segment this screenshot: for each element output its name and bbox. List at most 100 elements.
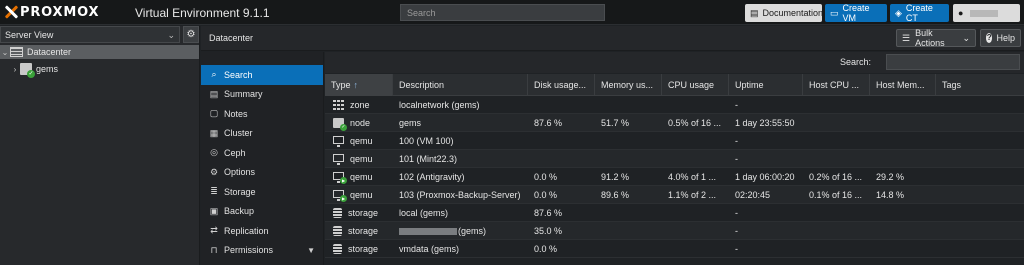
table-row[interactable]: qemu 103 (Proxmox-Backup-Server) 0.0 % 8…: [325, 186, 1024, 204]
tree-item-datacenter[interactable]: ⌄ Datacenter: [0, 45, 199, 59]
cell-memory: 51.7 %: [601, 118, 630, 128]
table-row[interactable]: storage (gems) 35.0 % -: [325, 222, 1024, 240]
column-header-label: Type: [331, 80, 351, 90]
nav-item-label: Options: [224, 167, 256, 178]
book-icon: ▤: [750, 7, 759, 18]
column-header-type[interactable]: Type ↑: [325, 74, 393, 96]
global-search-input[interactable]: Search: [400, 4, 605, 21]
resource-tree-panel: Server View ⌄ ⚙ ⌄ Datacenter › gems: [0, 26, 200, 265]
cell-type: storage: [348, 244, 379, 254]
resource-grid: Type ↑ Description Disk usage... Memory …: [325, 74, 1024, 265]
cell-uptime: 1 day 23:55:50: [735, 118, 795, 128]
cell-description: gems: [399, 118, 422, 128]
nav-item-backup[interactable]: ▣ Backup: [201, 202, 323, 222]
collapse-icon[interactable]: ⌄: [0, 48, 10, 57]
table-row[interactable]: qemu 102 (Antigravity) 0.0 % 91.2 % 4.0%…: [325, 168, 1024, 186]
nav-item-label: Search: [224, 69, 253, 80]
cell-memory: [595, 150, 662, 168]
cell-cpu: [662, 222, 729, 240]
column-header-host-cpu[interactable]: Host CPU ...: [803, 74, 870, 96]
help-button[interactable]: ? Help: [980, 29, 1021, 47]
cube-icon: ◈: [895, 7, 902, 18]
product-version: Virtual Environment 9.1.1: [135, 6, 270, 20]
cell-memory: 89.6 %: [601, 190, 630, 200]
column-header-tags[interactable]: Tags: [936, 74, 1024, 96]
table-row[interactable]: storage local (gems) 87.6 % -: [325, 204, 1024, 222]
zone-icon: [333, 100, 344, 110]
redacted-username: [970, 9, 999, 17]
grid-header: Type ↑ Description Disk usage... Memory …: [325, 74, 1024, 96]
column-header-label: Host Mem...: [876, 80, 925, 90]
create-ct-button[interactable]: ◈ Create CT: [890, 3, 949, 23]
storage-icon: [333, 226, 342, 236]
cell-host-mem: [870, 96, 936, 114]
database-icon: ≣: [210, 186, 218, 197]
cell-host-cpu: [803, 222, 870, 240]
column-header-label: Tags: [942, 80, 962, 90]
table-row[interactable]: qemu 100 (VM 100) -: [325, 132, 1024, 150]
proxmox-logo[interactable]: PROXMOX: [4, 4, 99, 20]
tree-item-label: Datacenter: [27, 47, 72, 57]
cell-host-mem: [870, 132, 936, 150]
nav-item-cluster[interactable]: ▦ Cluster: [201, 124, 323, 144]
tree-item-gems[interactable]: › gems: [0, 62, 199, 78]
view-selector[interactable]: Server View ⌄: [0, 26, 180, 43]
cell-memory: [595, 240, 662, 258]
nav-item-label: Notes: [224, 108, 248, 119]
table-row[interactable]: qemu 101 (Mint22.3) -: [325, 150, 1024, 168]
create-vm-button[interactable]: ▭ Create VM: [825, 3, 887, 23]
cell-memory: 91.2 %: [601, 172, 630, 182]
caret-down-icon[interactable]: ▼: [307, 246, 315, 255]
column-header-host-mem[interactable]: Host Mem...: [870, 74, 936, 96]
cell-disk: [528, 96, 595, 114]
table-row[interactable]: storage vmdata (gems) 0.0 % -: [325, 240, 1024, 258]
storage-icon: [333, 244, 342, 254]
cell-host-mem: [870, 114, 936, 132]
column-header-cpu[interactable]: CPU usage: [662, 74, 729, 96]
user-menu-button[interactable]: ●: [953, 4, 1020, 22]
cell-host-mem: 29.2 %: [876, 172, 905, 182]
cell-host-mem: 14.8 %: [876, 190, 905, 200]
page-title: Datacenter: [209, 33, 254, 43]
nav-item-permissions[interactable]: ⊓ Permissions ▼: [201, 241, 323, 261]
gear-icon[interactable]: ⚙: [183, 26, 199, 43]
gear-icon: ⚙: [209, 166, 219, 177]
expand-icon[interactable]: ›: [10, 65, 20, 74]
vm-running-icon: [333, 172, 347, 184]
nav-item-label: Replication: [224, 225, 269, 236]
nav-item-notes[interactable]: ▢ Notes: [201, 104, 323, 124]
nav-item-ceph[interactable]: ◎ Ceph: [201, 143, 323, 163]
list-icon: ☰: [902, 32, 911, 43]
unlock-icon: ⊓: [210, 244, 218, 255]
nav-item-summary[interactable]: ▤ Summary: [201, 85, 323, 105]
datacenter-nav-menu: ⌕ Search ▤ Summary ▢ Notes ▦ Cluster ◎ C…: [201, 52, 324, 265]
column-header-disk[interactable]: Disk usage...: [528, 74, 595, 96]
cell-uptime: -: [735, 136, 738, 146]
column-header-uptime[interactable]: Uptime: [729, 74, 803, 96]
documentation-button[interactable]: ▤ Documentation: [745, 4, 823, 22]
cell-type: node: [350, 118, 371, 128]
cell-description: local (gems): [399, 208, 449, 218]
nav-item-replication[interactable]: ⇄ Replication: [201, 221, 323, 241]
column-header-description[interactable]: Description: [393, 74, 528, 96]
table-row[interactable]: zone localnetwork (gems) -: [325, 96, 1024, 114]
nav-item-label: Permissions: [224, 245, 274, 256]
vm-stopped-icon: [333, 136, 344, 147]
bulk-actions-button[interactable]: ☰ Bulk Actions ⌄: [896, 28, 976, 48]
nav-item-search[interactable]: ⌕ Search: [201, 65, 323, 85]
nav-item-label: Cluster: [224, 128, 253, 139]
cell-host-cpu: [803, 132, 870, 150]
column-header-memory[interactable]: Memory us...: [595, 74, 662, 96]
grid-toolbar: Search:: [325, 52, 1024, 73]
nav-item-storage[interactable]: ≣ Storage: [201, 182, 323, 202]
table-row[interactable]: node gems 87.6 % 51.7 % 0.5% of 16 ... 1…: [325, 114, 1024, 132]
server-icon: ▦: [209, 127, 219, 138]
grid-search-input[interactable]: [886, 54, 1020, 70]
cell-type: zone: [350, 100, 370, 110]
sort-ascending-icon: ↑: [353, 80, 359, 90]
cell-uptime: -: [735, 244, 738, 254]
nav-item-options[interactable]: ⚙ Options: [201, 163, 323, 183]
cell-disk: 87.6 %: [534, 208, 563, 218]
cell-cpu: 1.1% of 2 ...: [668, 190, 717, 200]
cell-disk: 0.0 %: [534, 172, 558, 182]
